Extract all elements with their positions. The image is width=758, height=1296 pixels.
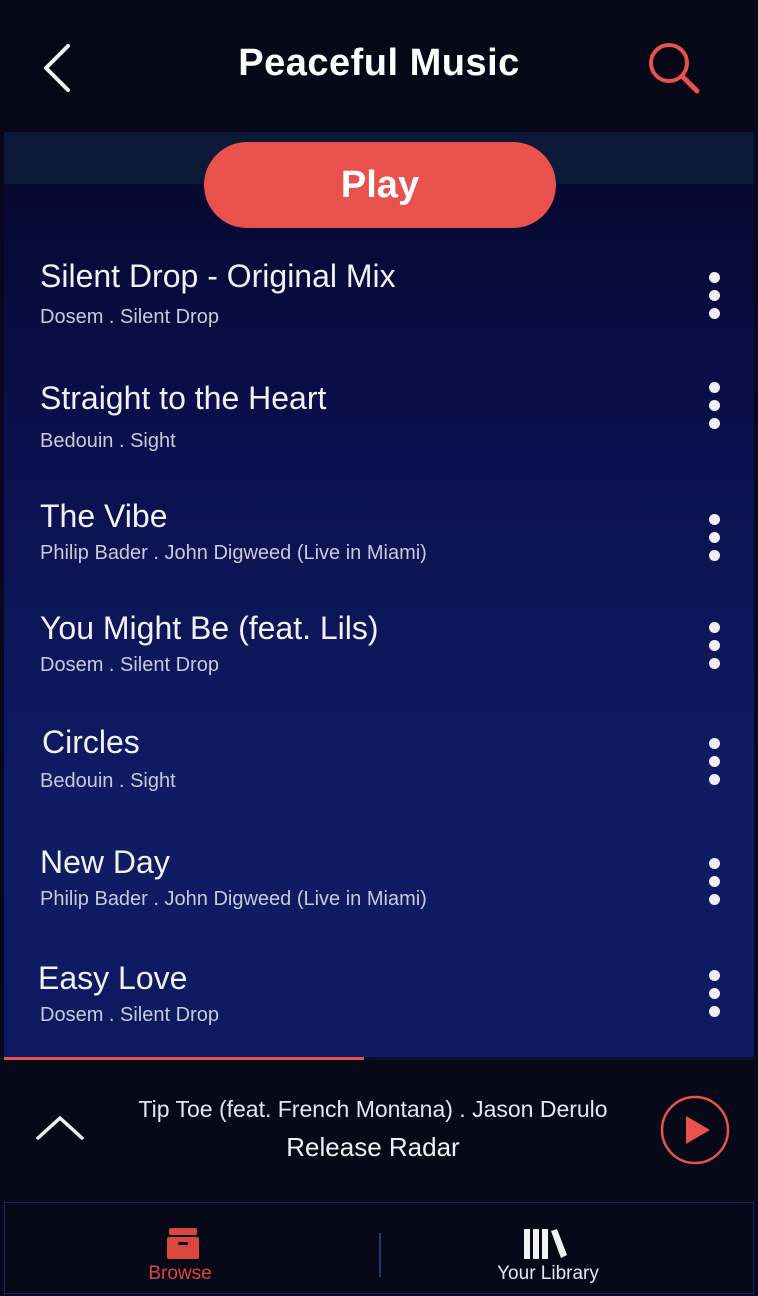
more-dot-icon: [709, 514, 720, 525]
tab-bar: Browse Your Library: [4, 1202, 754, 1294]
tab-browse[interactable]: Browse: [5, 1203, 379, 1295]
more-options-button[interactable]: [700, 968, 728, 1024]
archive-box-icon: [167, 1228, 199, 1259]
more-options-button[interactable]: [700, 512, 728, 568]
track-title: Straight to the Heart: [40, 380, 327, 416]
mini-player: Tip Toe (feat. French Montana) . Jason D…: [0, 1060, 758, 1202]
track-subtitle: Bedouin . Sight: [40, 430, 176, 452]
more-options-button[interactable]: [700, 380, 728, 436]
track-row[interactable]: Easy Love Dosem . Silent Drop: [4, 960, 754, 1050]
play-circle-icon: [660, 1095, 730, 1165]
more-dot-icon: [709, 400, 720, 411]
more-dot-icon: [709, 738, 720, 749]
more-dot-icon: [709, 290, 720, 301]
playlist-content: Play Silent Drop - Original Mix Dosem . …: [4, 132, 754, 1058]
search-button[interactable]: [644, 38, 704, 98]
track-title: Easy Love: [38, 960, 188, 996]
track-subtitle: Dosem . Silent Drop: [40, 1004, 219, 1026]
now-playing-source: Release Radar: [286, 1132, 460, 1162]
track-row[interactable]: New Day Philip Bader . John Digweed (Liv…: [4, 844, 754, 934]
track-row[interactable]: Silent Drop - Original Mix Dosem . Silen…: [4, 258, 754, 348]
more-dot-icon: [709, 756, 720, 767]
more-dot-icon: [709, 1006, 720, 1017]
more-dot-icon: [709, 640, 720, 651]
track-subtitle: Dosem . Silent Drop: [40, 654, 219, 676]
track-row[interactable]: The Vibe Philip Bader . John Digweed (Li…: [4, 498, 754, 588]
tab-label: Your Library: [497, 1263, 599, 1284]
track-row[interactable]: Circles Bedouin . Sight: [4, 724, 754, 814]
more-dot-icon: [709, 988, 720, 999]
library-books-icon: [524, 1229, 567, 1259]
track-subtitle: Dosem . Silent Drop: [40, 306, 219, 328]
more-dot-icon: [709, 382, 720, 393]
more-options-button[interactable]: [700, 270, 728, 326]
track-title: New Day: [40, 844, 170, 880]
mini-play-button[interactable]: [658, 1093, 732, 1167]
more-dot-icon: [709, 858, 720, 869]
search-icon: [649, 43, 700, 94]
track-list: Silent Drop - Original Mix Dosem . Silen…: [4, 132, 754, 1058]
more-dot-icon: [709, 894, 720, 905]
more-dot-icon: [709, 622, 720, 633]
chevron-up-icon: [36, 1116, 84, 1140]
more-dot-icon: [709, 418, 720, 429]
more-dot-icon: [709, 876, 720, 887]
track-title: You Might Be (feat. Lils): [40, 610, 379, 646]
more-options-button[interactable]: [700, 620, 728, 676]
now-playing-track: Tip Toe (feat. French Montana) . Jason D…: [138, 1096, 608, 1122]
track-row[interactable]: You Might Be (feat. Lils) Dosem . Silent…: [4, 610, 754, 700]
more-dot-icon: [709, 774, 720, 785]
more-dot-icon: [709, 970, 720, 981]
track-subtitle: Philip Bader . John Digweed (Live in Mia…: [40, 888, 427, 910]
more-dot-icon: [709, 308, 720, 319]
track-subtitle: Bedouin . Sight: [40, 770, 176, 792]
track-title: Circles: [42, 724, 140, 760]
track-row[interactable]: Straight to the Heart Bedouin . Sight: [4, 380, 754, 470]
more-dot-icon: [709, 550, 720, 561]
track-subtitle: Philip Bader . John Digweed (Live in Mia…: [40, 542, 427, 564]
more-options-button[interactable]: [700, 736, 728, 792]
more-dot-icon: [709, 658, 720, 669]
track-title: The Vibe: [40, 498, 168, 534]
tab-label: Browse: [148, 1263, 212, 1284]
tab-your-library[interactable]: Your Library: [381, 1203, 755, 1295]
expand-player-button[interactable]: [32, 1110, 88, 1146]
header-bar: Peaceful Music: [0, 0, 758, 132]
app-screen: Peaceful Music Play Silent Drop - Origin…: [0, 0, 758, 1296]
more-dot-icon: [709, 532, 720, 543]
more-options-button[interactable]: [700, 856, 728, 912]
more-dot-icon: [709, 272, 720, 283]
track-title: Silent Drop - Original Mix: [40, 258, 396, 294]
